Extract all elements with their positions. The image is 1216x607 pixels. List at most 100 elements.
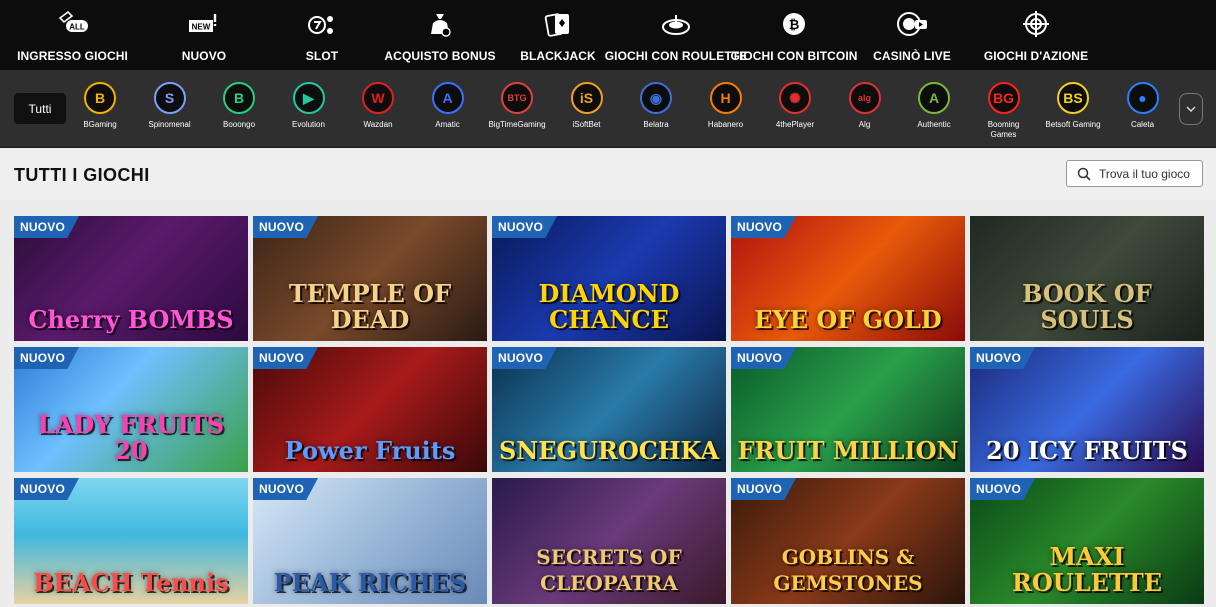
game-tile[interactable]: BOOK OF SOULS — [970, 216, 1204, 341]
page-title: TUTTI I GIOCHI — [14, 165, 150, 185]
category-label: BLACKJACK — [520, 49, 596, 63]
new-badge: NUOVO — [253, 216, 319, 238]
section-header: TUTTI I GIOCHI Trova il tuo gioco — [0, 149, 1216, 200]
provider-logo-icon: B — [223, 82, 255, 114]
provider-logo-icon: W — [362, 82, 394, 114]
game-tile[interactable]: NUOVO EYE OF GOLD — [731, 216, 965, 341]
provider-logo-icon: BS — [1057, 82, 1089, 114]
provider-logo-icon: BTG — [501, 82, 533, 114]
game-tile[interactable]: SECRETS OF CLEOPATRA — [492, 478, 726, 604]
provider-item[interactable]: B Booongo — [203, 82, 275, 130]
new-badge: NUOVO — [253, 347, 319, 369]
new-badge: NUOVO — [14, 216, 80, 238]
provider-logo-icon: B — [84, 82, 116, 114]
money-bag-icon — [423, 10, 457, 43]
category-tab-2[interactable]: NEW NUOVO — [145, 0, 263, 70]
category-tab-9[interactable]: GIOCHI D'AZIONE — [971, 0, 1101, 70]
category-tab-7[interactable]: ₿ GIOCHI CON BITCOIN — [730, 0, 857, 70]
chevron-down-icon — [1186, 106, 1196, 112]
game-tile[interactable]: NUOVO TEMPLE OF DEAD — [253, 216, 487, 341]
crosshair-icon — [1019, 10, 1053, 43]
provider-item[interactable]: ● Caleta — [1107, 82, 1179, 130]
game-tile[interactable]: NUOVO MAXI ROULETTE — [970, 478, 1204, 604]
game-tile[interactable]: NUOVO LADY FRUITS 20 — [14, 347, 248, 472]
category-tab-5[interactable]: BLACKJACK — [499, 0, 617, 70]
category-label: SLOT — [305, 49, 339, 63]
provider-item[interactable]: BG Booming Games — [968, 82, 1040, 140]
game-tile[interactable]: NUOVO FRUIT MILLION — [731, 347, 965, 472]
provider-name: iSoftBet — [572, 120, 601, 129]
provider-item[interactable]: H Habanero — [690, 82, 762, 130]
category-tab-8[interactable]: CASINÒ LIVE — [853, 0, 971, 70]
provider-name: Betsoft Gaming — [1045, 120, 1101, 129]
game-tile[interactable]: NUOVO PEAK RICHES — [253, 478, 487, 604]
category-label: GIOCHI D'AZIONE — [983, 49, 1089, 63]
provider-item[interactable]: A Amatic — [412, 82, 484, 130]
new-badge: NUOVO — [492, 216, 558, 238]
all-games-icon: ALL — [56, 10, 90, 43]
provider-logo-icon: S — [153, 82, 186, 114]
category-tab-4[interactable]: ACQUISTO BONUS — [381, 0, 499, 70]
game-tile[interactable]: NUOVO DIAMOND CHANCE — [492, 216, 726, 341]
provider-item[interactable]: ▶ Evolution — [273, 82, 345, 130]
category-label: NUOVO — [181, 49, 227, 63]
provider-item[interactable]: B BGaming — [64, 82, 136, 130]
slot-icon — [305, 10, 339, 43]
providers-expand-button[interactable] — [1179, 93, 1203, 125]
svg-text:ALL: ALL — [69, 23, 85, 32]
new-badge: NUOVO — [731, 216, 797, 238]
provider-logo-icon: ▶ — [292, 82, 325, 114]
game-tile[interactable]: NUOVO Cherry BOMBS — [14, 216, 248, 341]
category-tab-6[interactable]: GIOCHI CON ROULETTE — [605, 0, 747, 70]
provider-item[interactable]: ◉ Belatra — [620, 82, 692, 130]
new-badge: NUOVO — [731, 478, 797, 500]
provider-item[interactable]: BS Betsoft Gaming — [1037, 82, 1109, 130]
category-label: ACQUISTO BONUS — [384, 49, 496, 63]
game-tile[interactable]: NUOVO 20 ICY FRUITS — [970, 347, 1204, 472]
provider-name: Booming Games — [987, 120, 1020, 139]
svg-text:NEW: NEW — [192, 23, 211, 32]
game-tile[interactable]: NUOVO BEACH Tennis — [14, 478, 248, 604]
provider-name: Habanero — [707, 120, 744, 129]
category-tab-3[interactable]: SLOT — [263, 0, 381, 70]
provider-item[interactable]: ✺ 4thePlayer — [759, 82, 831, 130]
game-title: FRUIT MILLION — [737, 436, 959, 465]
category-tab-1[interactable]: ALL INGRESSO GIOCHI — [0, 0, 145, 70]
game-title: 20 ICY FRUITS — [986, 436, 1188, 465]
provider-name: BGaming — [83, 120, 117, 129]
game-tile[interactable]: NUOVO Power Fruits — [253, 347, 487, 472]
game-title: SNEGUROCHKA — [498, 436, 720, 465]
game-title: LADY FRUITS 20 — [37, 410, 225, 465]
provider-name: Caleta — [1130, 120, 1155, 129]
game-tile[interactable]: NUOVO GOBLINS & GEMSTONES — [731, 478, 965, 604]
provider-logo-icon: alg — [848, 82, 881, 114]
game-title: EYE OF GOLD — [754, 305, 942, 334]
provider-logo-icon: ● — [1126, 82, 1159, 114]
provider-item[interactable]: iS iSoftBet — [551, 82, 623, 130]
provider-item[interactable]: S Spinomenal — [134, 82, 206, 130]
provider-logo-icon: H — [709, 82, 742, 114]
game-title: GOBLINS & GEMSTONES — [773, 545, 923, 595]
provider-all-button[interactable]: Tutti — [14, 93, 66, 124]
game-title: SECRETS OF CLEOPATRA — [536, 545, 682, 595]
game-title: BEACH Tennis — [33, 568, 229, 597]
new-icon: NEW — [187, 10, 221, 43]
provider-logo-icon: A — [918, 82, 950, 114]
provider-item[interactable]: W Wazdan — [342, 82, 414, 130]
provider-item[interactable]: alg Alg — [829, 82, 901, 130]
game-tile[interactable]: NUOVO SNEGUROCHKA — [492, 347, 726, 472]
bitcoin-icon: ₿ — [777, 10, 811, 43]
provider-logo-icon: ◉ — [640, 82, 672, 114]
game-title: DIAMOND CHANCE — [538, 279, 680, 334]
game-title: MAXI ROULETTE — [1011, 542, 1163, 597]
category-label: GIOCHI CON BITCOIN — [730, 49, 858, 63]
provider-name: Amatic — [435, 120, 460, 129]
provider-item[interactable]: BTG BigTimeGaming — [481, 82, 553, 130]
game-title: Power Fruits — [284, 436, 456, 465]
provider-name: Booongo — [222, 120, 256, 129]
provider-name: Spinomenal — [148, 120, 191, 129]
provider-logo-icon: A — [431, 82, 464, 114]
game-search-button[interactable]: Trova il tuo gioco — [1066, 160, 1203, 187]
provider-item[interactable]: A Authentic — [898, 82, 970, 130]
provider-name: Evolution — [292, 120, 325, 129]
